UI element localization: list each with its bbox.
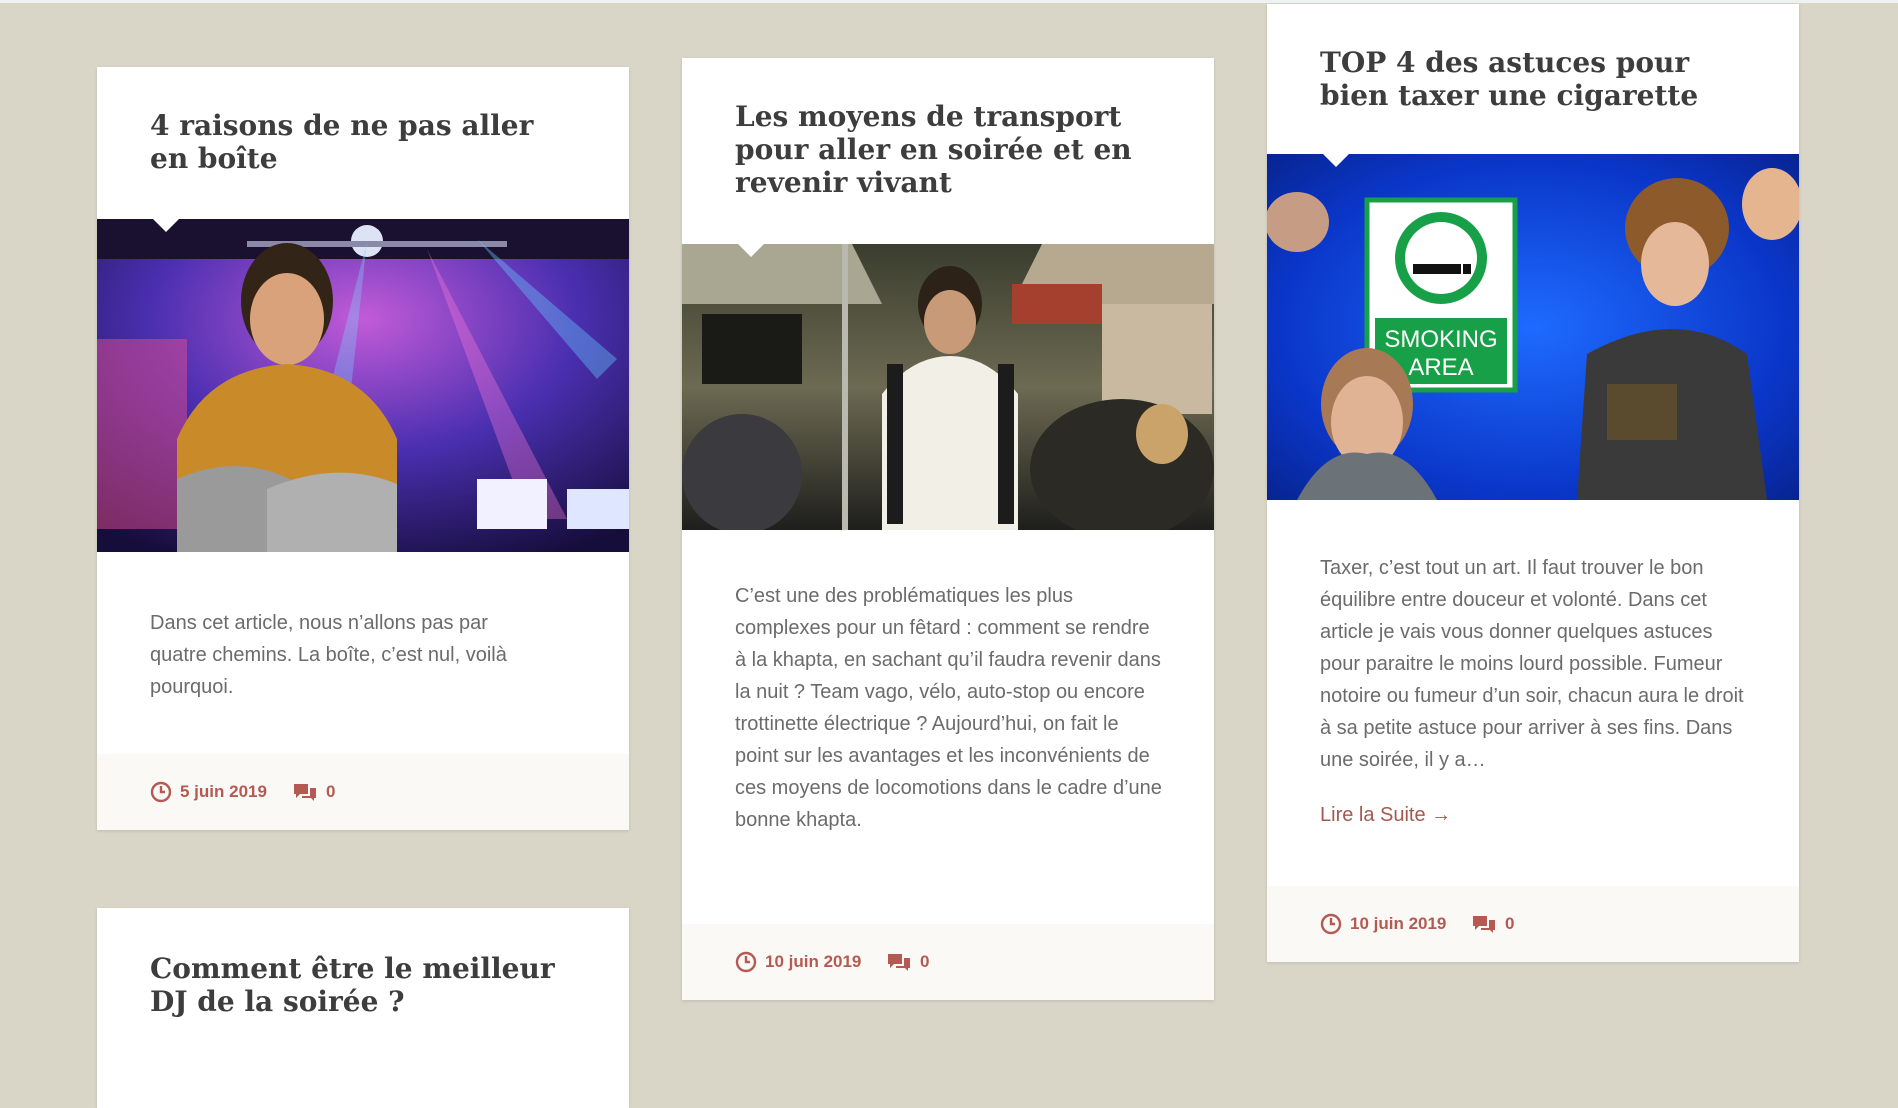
post-date[interactable]: 10 juin 2019: [735, 924, 861, 1000]
post-title[interactable]: TOP 4 des astuces pour bien taxer une ci…: [1320, 46, 1750, 112]
post-date-text: 10 juin 2019: [765, 952, 862, 971]
comments-icon: [888, 954, 910, 971]
post-excerpt: Dans cet article, nous n’allons pas par …: [150, 612, 507, 698]
post-thumbnail[interactable]: SMOKING AREA: [1267, 154, 1799, 500]
clock-icon: [1320, 913, 1342, 935]
nightclub-photo: [97, 219, 629, 552]
post-date-text: 5 juin 2019: [180, 782, 267, 801]
read-more-link[interactable]: Lire la Suite →: [1320, 804, 1451, 827]
post-card-2: Les moyens de transport pour aller en so…: [682, 58, 1214, 1000]
clock-icon: [735, 951, 757, 973]
smoking-collage-photo: SMOKING AREA: [1267, 154, 1799, 500]
post-date[interactable]: 5 juin 2019: [150, 754, 267, 830]
post-comment-count: 0: [920, 952, 930, 971]
post-comment-count: 0: [326, 782, 336, 801]
post-meta: 10 juin 2019 0: [682, 924, 1214, 1000]
post-comments[interactable]: 0: [1471, 886, 1514, 962]
post-excerpt: Taxer, c’est tout un art. Il faut trouve…: [1320, 557, 1744, 771]
post-excerpt: C’est une des problématiques les plus co…: [735, 585, 1162, 831]
post-card-3: TOP 4 des astuces pour bien taxer une ci…: [1267, 4, 1799, 962]
top-border: [0, 0, 1898, 3]
post-comment-count: 0: [1505, 914, 1515, 933]
post-title[interactable]: 4 raisons de ne pas aller en boîte: [150, 109, 550, 175]
clock-icon: [150, 781, 172, 803]
comments-icon: [1473, 916, 1495, 933]
post-thumbnail[interactable]: [97, 219, 629, 552]
post-comments[interactable]: 0: [886, 924, 929, 1000]
post-card-1: 4 raisons de ne pas aller en boîte Dans …: [97, 67, 629, 830]
post-card-4: Comment être le meilleur DJ de la soirée…: [97, 908, 629, 1108]
post-thumbnail[interactable]: [682, 244, 1214, 530]
post-title[interactable]: Les moyens de transport pour aller en so…: [735, 100, 1165, 199]
post-meta: 5 juin 2019 0: [97, 754, 629, 830]
subway-photo: [682, 244, 1214, 530]
post-title[interactable]: Comment être le meilleur DJ de la soirée…: [150, 952, 590, 1018]
post-date-text: 10 juin 2019: [1350, 914, 1447, 933]
sign-text-smoking: SMOKING: [1384, 326, 1497, 353]
comments-icon: [294, 784, 316, 801]
post-meta: 10 juin 2019 0: [1267, 886, 1799, 962]
post-date[interactable]: 10 juin 2019: [1320, 886, 1446, 962]
post-comments[interactable]: 0: [292, 754, 335, 830]
sign-text-area: AREA: [1408, 354, 1473, 381]
